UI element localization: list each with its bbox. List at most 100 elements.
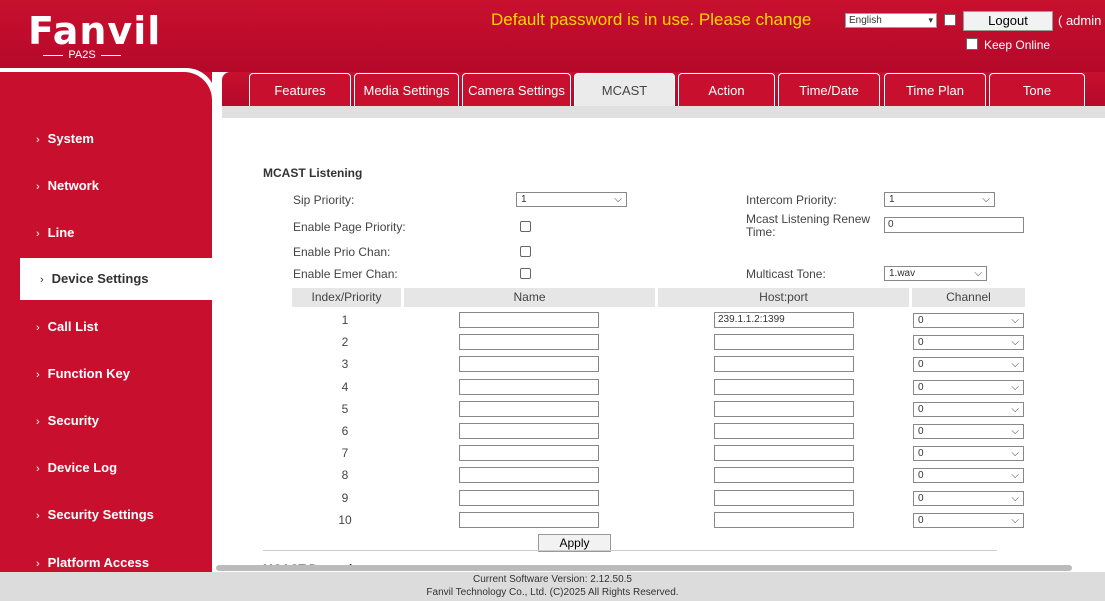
channel-select[interactable]: 0 ⌵ — [913, 357, 1024, 373]
name-input[interactable] — [459, 489, 599, 506]
name-input[interactable] — [459, 400, 599, 417]
sidebar-item-security-settings[interactable]: › Security Settings — [0, 493, 212, 537]
default-password-warning[interactable]: Default password is in use. Please chang… — [491, 10, 811, 30]
sidebar-item-function-key[interactable]: › Function Key — [0, 352, 212, 396]
tab-mcast[interactable]: MCAST — [574, 73, 675, 106]
sidebar-item-line[interactable]: › Line — [0, 211, 212, 255]
sidebar-item-network[interactable]: › Network — [0, 164, 212, 208]
col-header-index: Index/Priority — [292, 288, 401, 307]
channel-value: 0 — [918, 514, 924, 526]
tab-media-settings[interactable]: Media Settings — [354, 73, 459, 106]
host-port-input[interactable] — [714, 423, 854, 439]
sidebar-item-platform-access[interactable]: › Platform Access — [0, 540, 212, 572]
row-index: 9 — [341, 490, 349, 505]
tab-tone[interactable]: Tone — [989, 73, 1085, 106]
host-port-input[interactable]: 239.1.1.2:1399 — [714, 312, 854, 328]
chevron-down-icon: ⌵ — [1011, 337, 1019, 349]
col-header-name: Name — [404, 288, 655, 307]
host-port-input[interactable] — [714, 445, 854, 462]
language-checkbox[interactable] — [944, 14, 956, 26]
row-index: 2 — [341, 335, 349, 350]
chevron-down-icon: ▾ — [928, 15, 933, 25]
keep-online-label: Keep Online — [984, 38, 1051, 52]
chevron-right-icon: › — [36, 558, 40, 570]
intercom-priority-select[interactable]: 1 ⌵ — [884, 192, 995, 207]
chevron-right-icon: › — [36, 181, 40, 193]
chevron-right-icon: › — [36, 322, 40, 334]
name-input[interactable] — [459, 423, 599, 439]
enable-page-priority-checkbox[interactable] — [520, 221, 531, 232]
sip-priority-select[interactable]: 1 ⌵ — [516, 192, 627, 207]
chevron-right-icon: › — [36, 463, 40, 475]
sidebar-item-label: Security — [47, 413, 99, 428]
mcast-listening-title: MCAST Listening — [263, 166, 363, 180]
host-port-input[interactable] — [714, 467, 854, 484]
chevron-down-icon: ⌵ — [614, 194, 622, 205]
enable-prio-chan-label: Enable Prio Chan: — [293, 245, 391, 259]
host-port-input[interactable] — [714, 511, 854, 528]
chevron-right-icon: › — [36, 369, 40, 381]
logout-button[interactable]: Logout — [963, 11, 1053, 31]
keep-online-checkbox[interactable] — [966, 38, 978, 50]
tab-time-date[interactable]: Time/Date — [778, 73, 880, 106]
chevron-right-icon: › — [36, 228, 40, 240]
chevron-down-icon: ⌵ — [1011, 448, 1019, 460]
name-input[interactable] — [459, 356, 599, 373]
row-index: 7 — [341, 446, 349, 461]
host-port-input[interactable] — [714, 356, 854, 373]
channel-select[interactable]: 0 ⌵ — [913, 401, 1024, 417]
fanvil-logo: Fanvil — [28, 9, 162, 53]
copyright-text: Fanvil Technology Co., Ltd. (C)2025 All … — [426, 587, 679, 598]
chevron-down-icon: ⌵ — [1011, 381, 1019, 393]
model-label: PA2S — [38, 49, 126, 61]
row-index: 6 — [341, 424, 349, 438]
name-input[interactable] — [459, 334, 599, 351]
name-input[interactable] — [459, 378, 599, 395]
sidebar-item-label: Network — [47, 178, 99, 193]
sidebar-item-call-list[interactable]: › Call List — [0, 305, 212, 349]
row-index: 8 — [341, 468, 349, 483]
multicast-tone-select[interactable]: 1.wav ⌵ — [884, 266, 987, 281]
name-input[interactable] — [459, 445, 599, 462]
tab-camera-settings[interactable]: Camera Settings — [462, 73, 571, 106]
host-port-input[interactable] — [714, 334, 854, 351]
sidebar-item-device-settings[interactable]: › Device Settings — [20, 258, 212, 300]
channel-select[interactable]: 0 ⌵ — [913, 313, 1024, 328]
channel-select[interactable]: 0 ⌵ — [913, 335, 1024, 351]
sidebar-item-system[interactable]: › System — [0, 117, 212, 161]
chevron-down-icon: ⌵ — [974, 268, 982, 279]
name-input[interactable] — [459, 312, 599, 328]
chevron-down-icon: ⌵ — [1011, 470, 1019, 482]
name-input[interactable] — [459, 467, 599, 484]
host-port-input[interactable] — [714, 489, 854, 506]
channel-select[interactable]: 0 ⌵ — [913, 379, 1024, 395]
name-input[interactable] — [459, 511, 599, 528]
channel-select[interactable]: 0 ⌵ — [913, 446, 1024, 462]
chevron-right-icon: › — [36, 134, 40, 146]
channel-select[interactable]: 0 ⌵ — [913, 490, 1024, 506]
col-header-host: Host:port — [658, 288, 909, 307]
channel-select[interactable]: 0 ⌵ — [913, 512, 1024, 528]
host-port-input[interactable] — [714, 400, 854, 417]
content-top-band — [222, 106, 1105, 118]
sidebar-item-security[interactable]: › Security — [0, 399, 212, 443]
tab-action[interactable]: Action — [678, 73, 775, 106]
intercom-priority-label: Intercom Priority: — [746, 193, 837, 207]
language-select[interactable]: English ▾ — [845, 13, 937, 28]
channel-select[interactable]: 0 ⌵ — [913, 468, 1024, 484]
horizontal-scrollbar[interactable] — [216, 565, 1072, 571]
enable-emer-chan-checkbox[interactable] — [520, 268, 531, 279]
sidebar-item-label: Device Settings — [51, 271, 149, 286]
software-version: Current Software Version: 2.12.50.5 — [473, 574, 632, 585]
chevron-down-icon: ⌵ — [1011, 426, 1019, 437]
row-index: 4 — [341, 379, 349, 394]
enable-prio-chan-checkbox[interactable] — [520, 246, 531, 257]
sidebar-item-device-log[interactable]: › Device Log — [0, 446, 212, 490]
tab-features[interactable]: Features — [249, 73, 351, 106]
renew-time-input[interactable]: 0 — [884, 217, 1024, 233]
tab-time-plan[interactable]: Time Plan — [884, 73, 986, 106]
host-port-input[interactable] — [714, 378, 854, 395]
channel-select[interactable]: 0 ⌵ — [913, 424, 1024, 439]
renew-time-label: Mcast Listening Renew Time: — [746, 212, 871, 239]
channel-value: 0 — [918, 315, 924, 326]
